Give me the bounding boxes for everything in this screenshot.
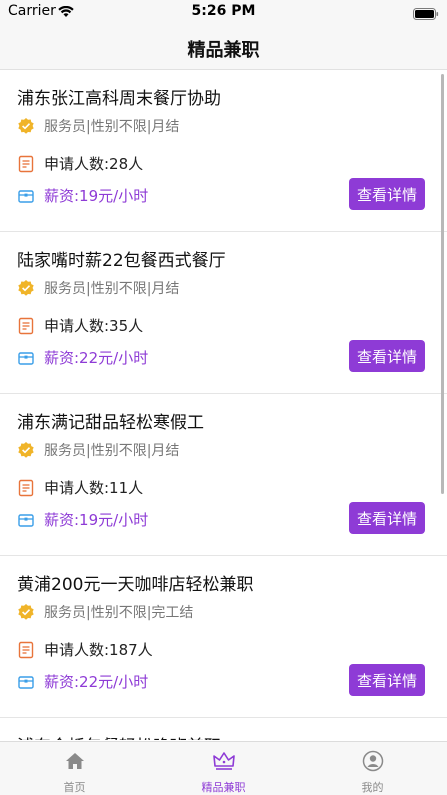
salary-label: 薪资:19元/小时	[44, 187, 149, 205]
tab-premium-jobs[interactable]: 精品兼职	[149, 742, 298, 795]
job-card[interactable]: 浦东满记甜品轻松寒假工 服务员|性别不限|月结 申请人数:11人 薪资:19元/…	[0, 394, 447, 556]
applicant-count: 申请人数:28人	[44, 155, 144, 173]
tab-label: 精品兼职	[201, 781, 246, 794]
job-title: 浦东张江高科周末餐厅协助	[17, 89, 221, 109]
job-title: 陆家嘴时薪22包餐西式餐厅	[17, 251, 226, 271]
verified-badge-icon	[17, 603, 35, 621]
job-title: 浦东金桥包餐轻松晚班兼职	[17, 732, 221, 740]
status-bar: Carrier 5:26 PM	[0, 0, 447, 24]
tab-home[interactable]: 首页	[0, 742, 149, 795]
profile-icon	[298, 750, 447, 772]
job-tags: 服务员|性别不限|月结	[44, 443, 180, 459]
job-list[interactable]: 浦东张江高科周末餐厅协助 服务员|性别不限|月结 申请人数:28人 薪资:19元…	[0, 70, 447, 740]
battery-icon	[413, 5, 439, 24]
job-card[interactable]: 浦东张江高科周末餐厅协助 服务员|性别不限|月结 申请人数:28人 薪资:19元…	[0, 70, 447, 232]
salary-label: 薪资:22元/小时	[44, 673, 149, 691]
tab-profile[interactable]: 我的	[298, 742, 447, 795]
wallet-icon	[17, 349, 35, 367]
tab-label: 我的	[361, 781, 384, 794]
tab-bar: 首页 精品兼职 我的	[0, 741, 447, 795]
job-card[interactable]: 浦东金桥包餐轻松晚班兼职	[0, 718, 447, 740]
document-icon	[17, 155, 35, 173]
verified-badge-icon	[17, 441, 35, 459]
home-icon	[0, 750, 149, 772]
crown-icon	[149, 750, 298, 772]
navigation-bar: 精品兼职	[0, 24, 447, 70]
view-details-button[interactable]: 查看详情	[349, 664, 425, 696]
job-tags: 服务员|性别不限|完工结	[44, 605, 194, 621]
applicant-count: 申请人数:187人	[44, 641, 153, 659]
applicant-count: 申请人数:11人	[44, 479, 144, 497]
verified-badge-icon	[17, 117, 35, 135]
view-details-button[interactable]: 查看详情	[349, 340, 425, 372]
job-title: 黄浦200元一天咖啡店轻松兼职	[17, 575, 254, 595]
job-card[interactable]: 黄浦200元一天咖啡店轻松兼职 服务员|性别不限|完工结 申请人数:187人 薪…	[0, 556, 447, 718]
wallet-icon	[17, 187, 35, 205]
document-icon	[17, 479, 35, 497]
salary-label: 薪资:22元/小时	[44, 349, 149, 367]
status-time: 5:26 PM	[191, 3, 256, 19]
job-card[interactable]: 陆家嘴时薪22包餐西式餐厅 服务员|性别不限|月结 申请人数:35人 薪资:22…	[0, 232, 447, 394]
document-icon	[17, 641, 35, 659]
scrollbar[interactable]	[441, 74, 444, 494]
verified-badge-icon	[17, 279, 35, 297]
wallet-icon	[17, 673, 35, 691]
job-tags: 服务员|性别不限|月结	[44, 119, 180, 135]
salary-label: 薪资:19元/小时	[44, 511, 149, 529]
job-title: 浦东满记甜品轻松寒假工	[17, 413, 204, 433]
tab-label: 首页	[63, 781, 86, 794]
applicant-count: 申请人数:35人	[44, 317, 144, 335]
wallet-icon	[17, 511, 35, 529]
page-title: 精品兼职	[187, 40, 260, 61]
view-details-button[interactable]: 查看详情	[349, 502, 425, 534]
view-details-button[interactable]: 查看详情	[349, 178, 425, 210]
document-icon	[17, 317, 35, 335]
job-tags: 服务员|性别不限|月结	[44, 281, 180, 297]
